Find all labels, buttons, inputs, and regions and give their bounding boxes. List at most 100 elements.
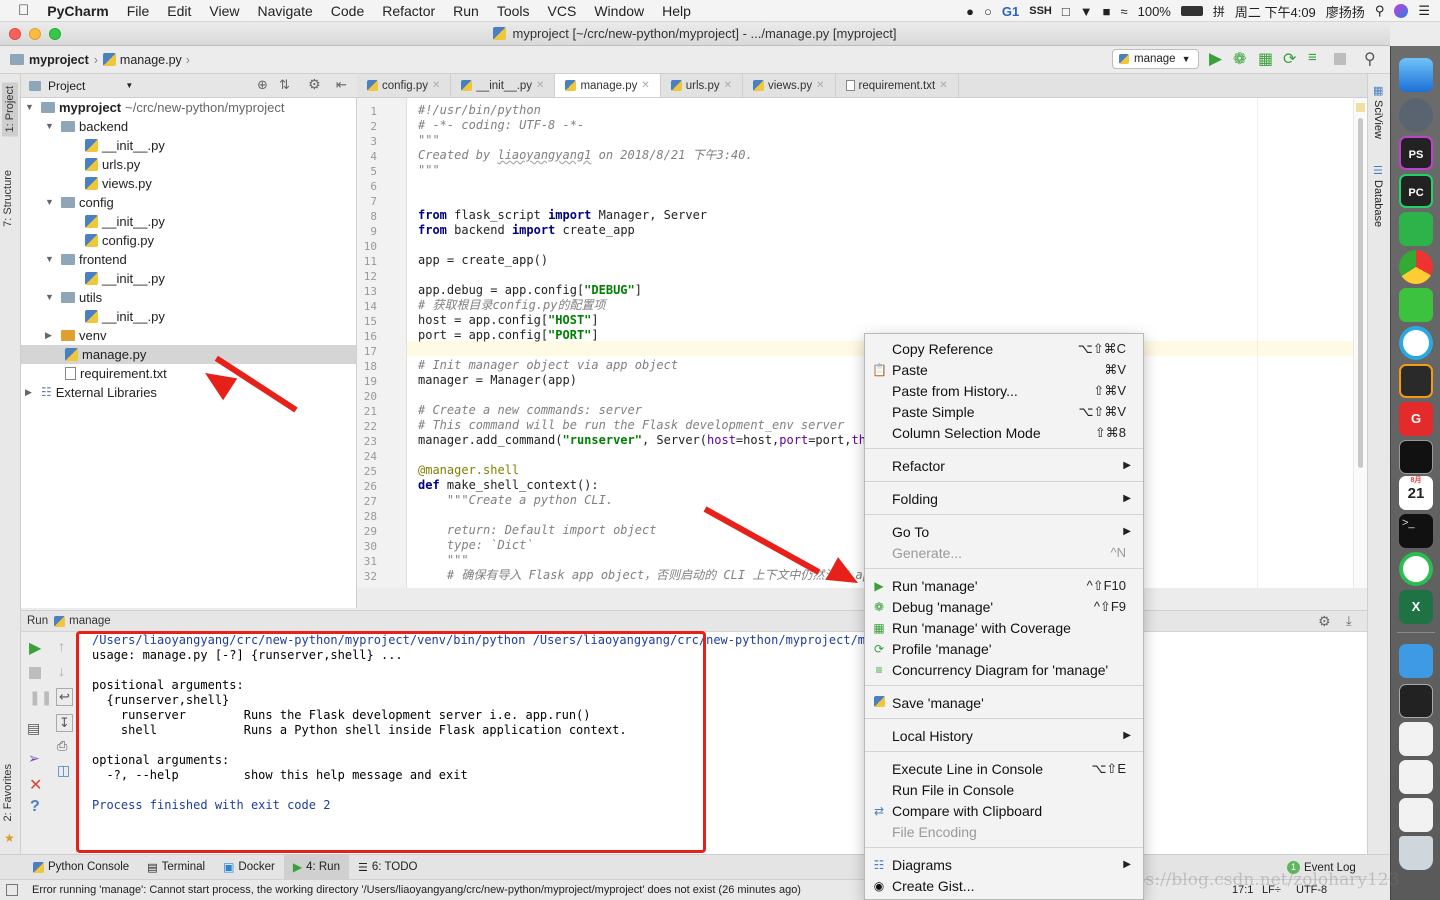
target-icon[interactable]: ⊕ (257, 77, 268, 93)
menu-item-column-selection[interactable]: Column Selection Mode ⇧⌘8 (865, 422, 1143, 443)
tree-file[interactable]: __init__.py (85, 307, 165, 326)
tool-tab-favorites[interactable]: 2: Favorites (2, 764, 14, 821)
tree-folder-utils[interactable]: ▼ utils (45, 288, 102, 307)
trash-icon[interactable]: ◫ (57, 762, 70, 779)
tab-views-py[interactable]: views.py ✕ (743, 74, 836, 97)
inspection-indicator[interactable] (1356, 103, 1365, 112)
menu-item-concurrency-diagram[interactable]: ≡ Concurrency Diagram for 'manage' (865, 659, 1143, 680)
tab-manage-py[interactable]: manage.py ✕ (555, 74, 661, 97)
pycharm-icon[interactable]: PC (1399, 174, 1433, 208)
close-icon[interactable]: ✕ (641, 80, 649, 91)
menu-item-execute-line-in-console[interactable]: Execute Line in Console ⌥⇧E (865, 758, 1143, 779)
menu-tools[interactable]: Tools (488, 3, 539, 19)
menu-item-run-manage[interactable]: ▶ Run 'manage' ^⇧F10 (865, 575, 1143, 596)
close-icon[interactable]: ✕ (536, 80, 544, 91)
app-menu[interactable]: PyCharm (38, 3, 117, 19)
screenshot-thumb-icon[interactable] (1399, 684, 1433, 718)
debug-icon[interactable]: ❁ (1233, 49, 1246, 69)
soft-wrap-icon[interactable]: ↩ (56, 688, 73, 706)
evernote-status-icon[interactable]: ■ (1103, 4, 1111, 19)
close-icon[interactable]: ✕ (724, 80, 732, 91)
chevron-right-icon[interactable]: ▶ (25, 383, 37, 402)
run-config-dropdown[interactable]: manage ▼ (1112, 49, 1199, 69)
g-app-icon[interactable]: G (1399, 402, 1433, 436)
tree-folder-frontend[interactable]: ▼ frontend (45, 250, 127, 269)
scroll-thumb[interactable] (1358, 118, 1363, 468)
collapse-all-icon[interactable]: ⇅ (279, 77, 290, 93)
menu-help[interactable]: Help (653, 3, 700, 19)
rerun-icon[interactable]: ▶ (29, 638, 41, 658)
chrome-icon[interactable] (1399, 250, 1433, 284)
tree-file[interactable]: views.py (85, 174, 152, 193)
wifi-icon[interactable]: ≈ (1120, 4, 1127, 19)
pin-icon[interactable]: ➢ (28, 750, 40, 767)
layout-icon[interactable]: ▤ (27, 720, 40, 737)
menu-navigate[interactable]: Navigate (249, 3, 322, 19)
menu-item-copy-reference[interactable]: Copy Reference ⌥⇧⌘C (865, 338, 1143, 359)
chevron-down-icon[interactable]: ▼ (45, 288, 57, 307)
document-thumb-icon[interactable] (1399, 798, 1433, 832)
chat-status-icon[interactable]: ○ (984, 4, 992, 19)
tree-file[interactable]: __init__.py (85, 269, 165, 288)
chevron-down-icon[interactable]: ▼ (45, 193, 57, 212)
downloads-folder-icon[interactable] (1399, 644, 1433, 678)
menu-item-paste-simple[interactable]: Paste Simple ⌥⇧⌘V (865, 401, 1143, 422)
menu-item-folding[interactable]: Folding ▶ (865, 488, 1143, 509)
menu-item-debug-manage[interactable]: ❁ Debug 'manage' ^⇧F9 (865, 596, 1143, 617)
concurrency-icon[interactable]: ≡ (1308, 49, 1317, 66)
stop-icon[interactable] (1334, 53, 1346, 65)
input-method-icon[interactable]: 拼 (1213, 3, 1225, 20)
menu-window[interactable]: Window (585, 3, 653, 19)
tool-tab-database[interactable]: Database (1372, 180, 1384, 227)
minimize-window-button[interactable] (29, 28, 41, 40)
tab-python-console[interactable]: Python Console (24, 855, 138, 880)
run-config-tab[interactable]: manage (69, 615, 111, 627)
menu-edit[interactable]: Edit (158, 3, 200, 19)
help-icon[interactable]: ? (30, 798, 40, 816)
dashed-square-icon[interactable]: □ (1062, 4, 1070, 19)
profile-icon[interactable]: ⟳ (1283, 49, 1296, 69)
menu-item-refactor[interactable]: Refactor ▶ (865, 455, 1143, 476)
clock[interactable]: 周二 下午4:09 (1235, 2, 1316, 21)
menu-item-profile-manage[interactable]: ⟳ Profile 'manage' (865, 638, 1143, 659)
coverage-icon[interactable]: ▦ (1258, 49, 1273, 69)
tree-file[interactable]: __init__.py (85, 212, 165, 231)
menu-item-compare-with-clipboard[interactable]: ⇄ Compare with Clipboard (865, 800, 1143, 821)
scroll-to-end-icon[interactable]: ↧ (56, 714, 73, 732)
breadcrumb-project[interactable]: myproject (29, 53, 89, 67)
tree-folder-backend[interactable]: ▼ backend (45, 117, 128, 136)
terminal-icon[interactable]: >_ (1399, 514, 1433, 548)
refresh-app-icon[interactable] (1399, 552, 1433, 586)
notification-center-icon[interactable]: ☰ (1418, 3, 1430, 19)
tree-file[interactable]: urls.py (85, 155, 140, 174)
document-thumb-icon[interactable] (1399, 760, 1433, 794)
apple-icon[interactable]:  (0, 2, 38, 19)
run-icon[interactable]: ▶ (1209, 49, 1222, 69)
wechat-status-icon[interactable]: ● (966, 4, 974, 19)
sublime-text-icon[interactable] (1399, 364, 1433, 398)
menu-refactor[interactable]: Refactor (373, 3, 444, 19)
menu-item-file-encoding[interactable]: File Encoding (865, 821, 1143, 842)
tree-file[interactable]: config.py (85, 231, 154, 250)
evernote-icon[interactable] (1399, 212, 1433, 246)
tree-folder-venv[interactable]: ▶ venv (45, 326, 106, 345)
chevron-right-icon[interactable]: ▶ (45, 326, 57, 345)
menu-item-run-file-in-console[interactable]: Run File in Console (865, 779, 1143, 800)
menu-item-diagrams[interactable]: ☷ Diagrams ▶ (865, 854, 1143, 875)
close-icon[interactable]: ✕ (939, 80, 947, 91)
finder-icon[interactable] (1399, 58, 1433, 92)
launchpad-icon[interactable] (1399, 98, 1433, 132)
menu-item-save-manage[interactable]: Save 'manage' (865, 692, 1143, 713)
tree-folder-config[interactable]: ▼ config (45, 193, 114, 212)
g-status-icon[interactable]: G1 (1002, 4, 1019, 19)
menu-item-local-history[interactable]: Local History ▶ (865, 725, 1143, 746)
zoom-window-button[interactable] (49, 28, 61, 40)
tool-tab-structure[interactable]: 7: Structure (2, 170, 14, 227)
menu-item-generate[interactable]: Generate... ^N (865, 542, 1143, 563)
menu-run[interactable]: Run (444, 3, 488, 19)
close-icon[interactable]: ✕ (29, 775, 42, 795)
toggle-tool-windows-icon[interactable] (6, 884, 18, 896)
tree-external-libraries[interactable]: ▶ ☷ External Libraries (25, 383, 157, 402)
iterm-icon[interactable] (1399, 440, 1433, 474)
project-view-selector[interactable]: Project (48, 79, 85, 93)
